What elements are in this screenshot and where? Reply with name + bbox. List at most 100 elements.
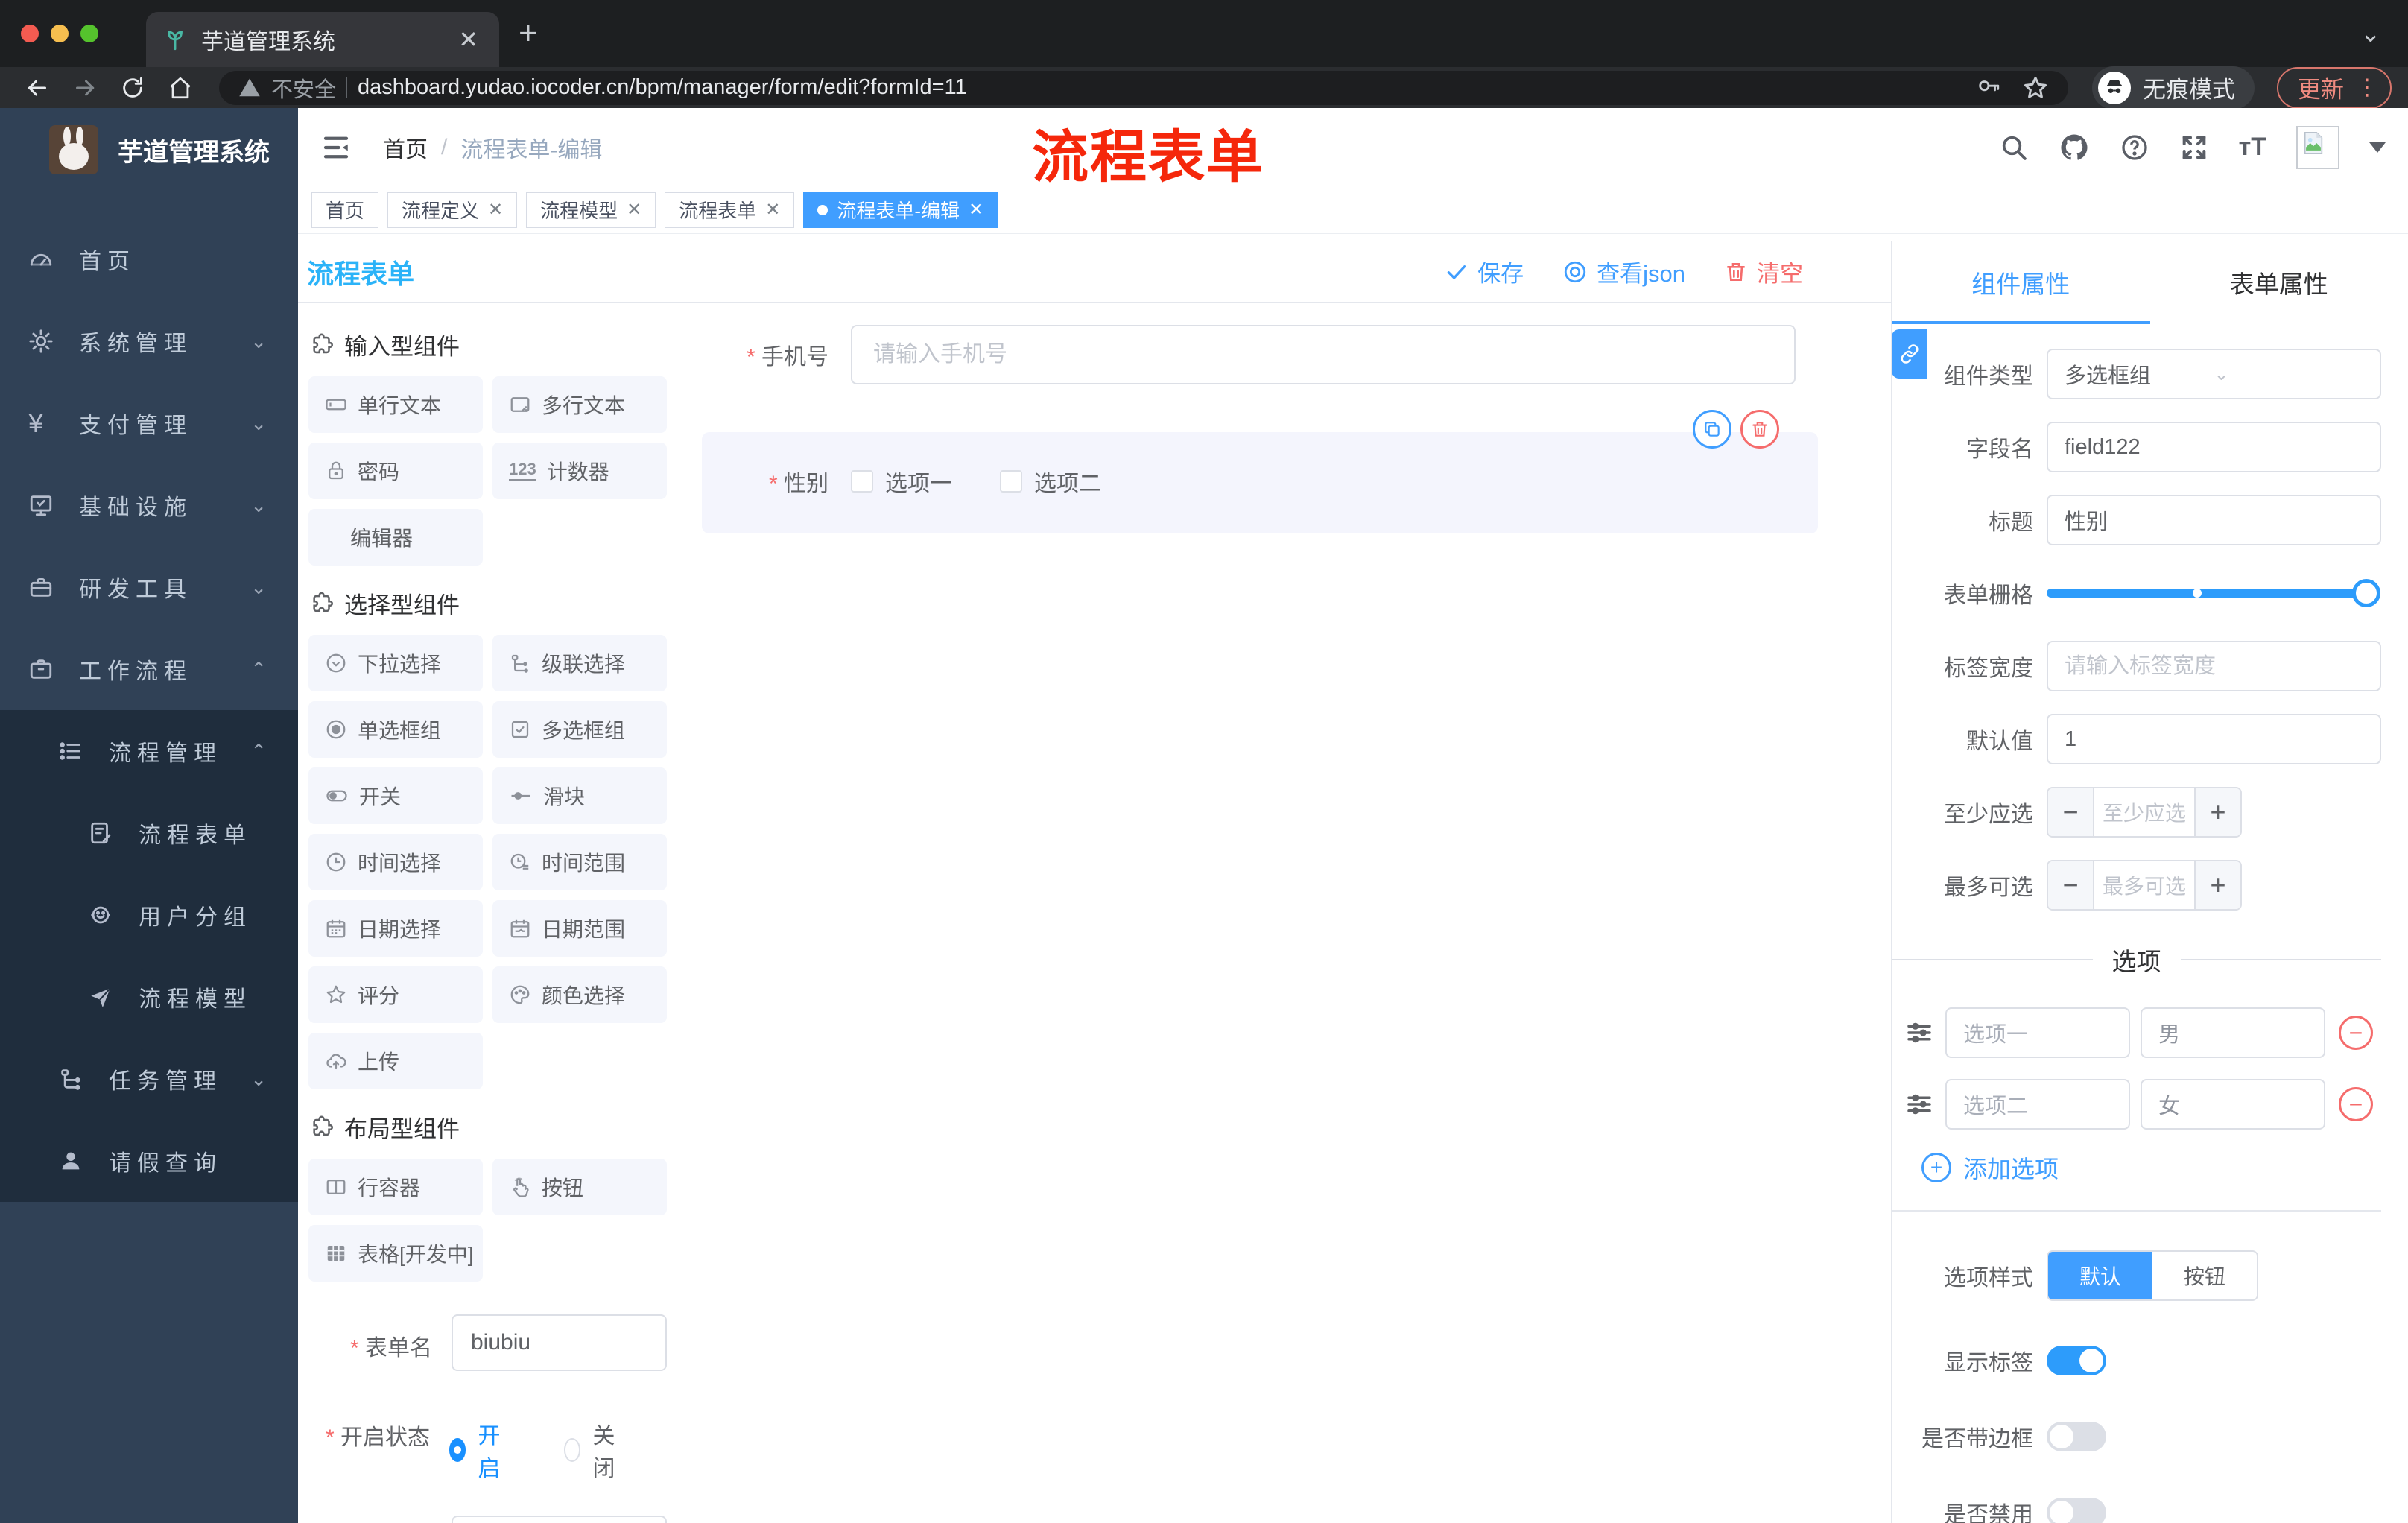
remove-option-button[interactable]: − — [2339, 1016, 2373, 1050]
component-color[interactable]: 颜色选择 — [492, 966, 667, 1023]
not-secure-label[interactable]: 不安全 — [271, 72, 336, 104]
sidebar-item-task-mgmt[interactable]: 任务管理 ⌄ — [0, 1038, 298, 1120]
component-checkbox-group[interactable]: 多选框组 — [492, 701, 667, 758]
remark-textarea[interactable]: 嘿嘿 — [452, 1516, 667, 1523]
style-button-button[interactable]: 按钮 — [2152, 1252, 2258, 1299]
view-json-button[interactable]: 查看json — [1562, 255, 1685, 288]
tab-form-props[interactable]: 表单属性 — [2150, 241, 2408, 323]
option1-label-input[interactable] — [1945, 1007, 2130, 1058]
avatar-broken-image[interactable] — [2296, 125, 2339, 169]
tag-process-form[interactable]: 流程表单 ✕ — [665, 191, 795, 228]
url-bar[interactable]: 不安全 dashboard.yudao.iocoder.cn/bpm/manag… — [219, 70, 2068, 105]
component-time[interactable]: 时间选择 — [308, 834, 483, 890]
component-time-range[interactable]: 时间范围 — [492, 834, 667, 890]
component-counter[interactable]: 123 计数器 — [492, 443, 667, 499]
canvas-field-phone[interactable]: 手机号 — [702, 325, 1891, 384]
status-on-radio[interactable] — [449, 1438, 466, 1462]
option1-value-input[interactable] — [2141, 1007, 2325, 1058]
component-row-container[interactable]: 行容器 — [308, 1159, 483, 1215]
window-controls[interactable] — [0, 25, 118, 42]
gender-option-2[interactable]: 选项二 — [1000, 465, 1101, 498]
status-off-label[interactable]: 关闭 — [592, 1417, 622, 1483]
drag-handle-icon[interactable] — [1904, 1017, 1935, 1048]
browser-update-button[interactable]: 更新 ⋮ — [2277, 66, 2392, 109]
home-icon[interactable] — [159, 75, 201, 101]
sidebar-item-home[interactable]: 首页 — [0, 218, 298, 300]
reload-icon[interactable] — [112, 75, 153, 101]
status-off-radio[interactable] — [564, 1438, 581, 1462]
avatar-caret-icon[interactable] — [2369, 142, 2386, 153]
canvas-field-gender-selected[interactable]: 性别 选项一 选项二 — [702, 410, 1818, 533]
phone-input[interactable] — [851, 325, 1796, 384]
browser-tab[interactable]: 芋道管理系统 ✕ — [146, 12, 499, 67]
component-password[interactable]: 密码 — [308, 443, 483, 499]
drag-handle-icon[interactable] — [1904, 1089, 1935, 1120]
component-radio-group[interactable]: 单选框组 — [308, 701, 483, 758]
password-key-icon[interactable] — [1976, 75, 2001, 101]
tag-close-icon[interactable]: ✕ — [627, 199, 641, 221]
component-multi-text[interactable]: 多行文本 — [492, 376, 667, 433]
max-select-stepper[interactable]: − 最多可选 + — [2047, 860, 2242, 911]
component-select[interactable]: 下拉选择 — [308, 635, 483, 691]
field-name-inputwrap[interactable] — [2047, 422, 2381, 472]
tag-process-definition[interactable]: 流程定义 ✕ — [387, 191, 518, 228]
sidebar-item-devtools[interactable]: 研发工具 ⌄ — [0, 546, 298, 628]
component-date-range[interactable]: 日期范围 — [492, 900, 667, 957]
breadcrumb-home[interactable]: 首页 — [383, 131, 428, 164]
component-table[interactable]: 表格[开发中] — [308, 1225, 483, 1282]
component-slider[interactable]: 滑块 — [492, 767, 667, 824]
default-value-input[interactable] — [2065, 726, 2363, 752]
sidebar-item-leave-query[interactable]: 请假查询 — [0, 1120, 298, 1202]
sidebar-logo[interactable]: 芋道管理系统 — [0, 108, 298, 191]
component-upload[interactable]: 上传 — [308, 1033, 483, 1089]
style-default-button[interactable]: 默认 — [2048, 1252, 2153, 1299]
phone-input-field[interactable] — [873, 342, 1773, 367]
component-cascader[interactable]: 级联选择 — [492, 635, 667, 691]
tag-home[interactable]: 首页 — [311, 191, 379, 228]
min-select-stepper[interactable]: − 至少应选 + — [2047, 787, 2242, 838]
forward-icon[interactable] — [64, 75, 106, 101]
component-type-select[interactable]: 多选框组 ⌄ — [2047, 349, 2381, 399]
minimize-window-button[interactable] — [51, 25, 69, 42]
sidebar-item-process-model[interactable]: 流程模型 — [0, 956, 298, 1038]
tab-search-chevron-icon[interactable]: ⌄ — [2360, 19, 2382, 48]
option-style-segmented[interactable]: 默认 按钮 — [2047, 1250, 2259, 1301]
title-inputwrap[interactable] — [2047, 495, 2381, 545]
minus-button[interactable]: − — [2048, 788, 2094, 836]
default-value-inputwrap[interactable] — [2047, 714, 2381, 764]
label-width-inputwrap[interactable] — [2047, 641, 2381, 691]
tag-process-form-edit[interactable]: 流程表单-编辑 ✕ — [803, 191, 998, 228]
update-label[interactable]: 更新 — [2298, 71, 2344, 104]
option2-label-input[interactable] — [1945, 1079, 2130, 1130]
plus-button[interactable]: + — [2194, 788, 2240, 836]
title-input[interactable] — [2065, 507, 2363, 533]
save-button[interactable]: 保存 — [1445, 255, 1524, 288]
sidebar-item-user-group[interactable]: 用户分组 — [0, 874, 298, 956]
show-label-toggle[interactable] — [2047, 1346, 2106, 1375]
option2-value-input[interactable] — [2141, 1079, 2325, 1130]
sidebar-collapse-icon[interactable] — [320, 132, 352, 163]
checkbox-unchecked[interactable] — [1000, 470, 1022, 493]
field-name-input[interactable] — [2065, 434, 2363, 460]
remove-option-button[interactable]: − — [2339, 1087, 2373, 1121]
new-tab-button[interactable]: + — [519, 15, 538, 52]
duplicate-field-button[interactable] — [1693, 410, 1731, 449]
fullscreen-icon[interactable] — [2179, 133, 2209, 162]
add-option-button[interactable]: + 添加选项 — [1921, 1150, 2381, 1185]
tag-close-icon[interactable]: ✕ — [488, 199, 503, 221]
label-width-input[interactable] — [2065, 653, 2363, 679]
font-size-icon[interactable]: тT — [2239, 133, 2266, 162]
sidebar-item-payment[interactable]: ¥ 支付管理 ⌄ — [0, 382, 298, 464]
sidebar-item-process-mgmt[interactable]: 流程管理 ⌃ — [0, 710, 298, 792]
sidebar-item-process-form[interactable]: 流程表单 — [0, 792, 298, 874]
component-date[interactable]: 日期选择 — [308, 900, 483, 957]
checkbox-unchecked[interactable] — [851, 470, 873, 493]
tag-process-model[interactable]: 流程模型 ✕ — [526, 191, 656, 228]
browser-menu-dots-icon[interactable]: ⋮ — [2356, 75, 2378, 101]
disabled-toggle[interactable] — [2047, 1498, 2106, 1523]
component-single-text[interactable]: 单行文本 — [308, 376, 483, 433]
url-text[interactable]: dashboard.yudao.iocoder.cn/bpm/manager/f… — [358, 75, 1965, 100]
component-editor[interactable]: 编辑器 — [308, 509, 483, 566]
component-rate[interactable]: 评分 — [308, 966, 483, 1023]
form-grid-slider[interactable] — [2047, 579, 2380, 607]
